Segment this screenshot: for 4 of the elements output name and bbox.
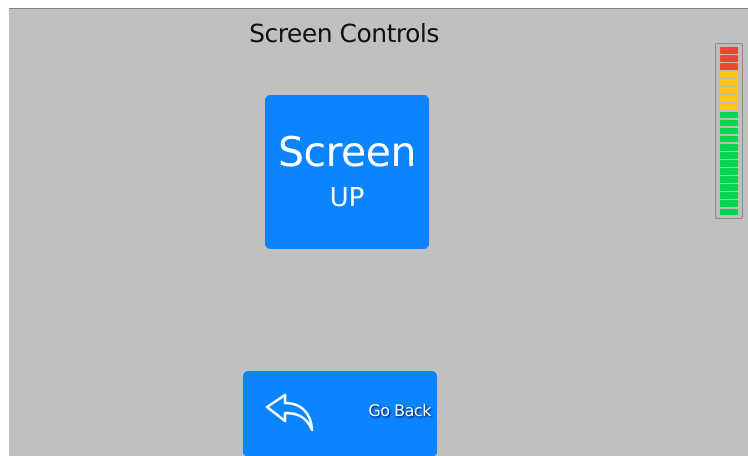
screen-up-button[interactable]: Screen UP <box>265 95 429 250</box>
page-title: Screen Controls <box>249 18 439 50</box>
back-arrow-icon <box>265 393 315 432</box>
go-back-button[interactable]: Go Back <box>243 371 437 456</box>
